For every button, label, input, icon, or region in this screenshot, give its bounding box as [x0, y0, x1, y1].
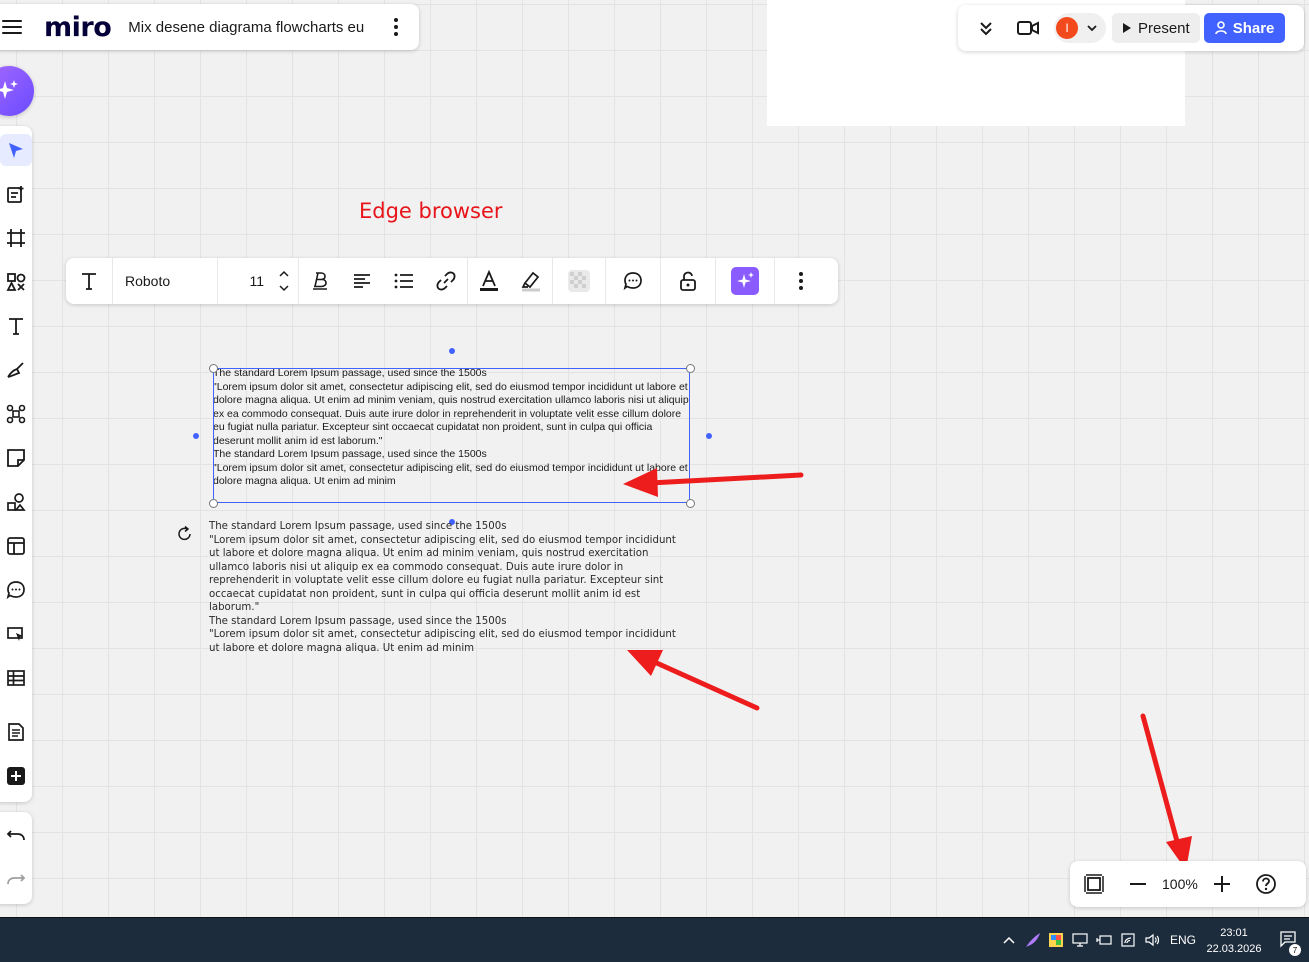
colorful-app-icon[interactable] — [1048, 932, 1064, 948]
share-button[interactable]: Share — [1203, 13, 1286, 43]
video-call-icon[interactable] — [1014, 14, 1042, 42]
collaborators-dropdown[interactable]: I — [1054, 13, 1106, 43]
interactive-icon[interactable] — [0, 618, 32, 650]
text-type-icon[interactable] — [66, 258, 112, 304]
link-icon[interactable] — [425, 258, 467, 304]
layout-icon[interactable] — [0, 530, 32, 562]
top-left-bar: miro Mix desene diagrama flowcharts eu — [0, 4, 419, 50]
language-indicator[interactable]: ENG — [1170, 933, 1196, 947]
present-label: Present — [1138, 19, 1190, 37]
connector-dot[interactable] — [449, 348, 455, 354]
add-icon[interactable] — [0, 760, 32, 792]
shapes-icon[interactable] — [0, 266, 32, 298]
text-color-icon[interactable] — [468, 258, 510, 304]
sparkle-icon — [0, 80, 18, 99]
connector-dot[interactable] — [706, 433, 712, 439]
select-icon[interactable] — [0, 134, 32, 166]
mindmap-icon[interactable] — [0, 398, 32, 430]
font-family-select[interactable]: Roboto — [113, 258, 217, 304]
menu-icon[interactable] — [2, 20, 22, 34]
chevron-up-icon[interactable] — [278, 270, 290, 278]
zoom-bar: 100% — [1070, 861, 1306, 907]
windows-taskbar: ENG 23:01 22.03.2026 7 — [0, 917, 1309, 962]
table-icon[interactable] — [0, 662, 32, 694]
doc-icon[interactable] — [0, 716, 32, 748]
comment-icon[interactable] — [0, 574, 32, 606]
help-icon[interactable] — [1252, 870, 1280, 898]
resize-handle[interactable] — [686, 499, 695, 508]
selection-box[interactable] — [213, 368, 690, 503]
chevron-down-icon[interactable] — [278, 284, 290, 292]
network-icon[interactable] — [1120, 932, 1136, 948]
fit-to-screen-icon[interactable] — [1080, 870, 1108, 898]
notification-badge: 7 — [1289, 944, 1301, 956]
resize-handle[interactable] — [209, 499, 218, 508]
tray-chevron-up-icon[interactable] — [1001, 932, 1017, 948]
text-context-toolbar: Roboto 11 — [66, 258, 838, 304]
present-button[interactable]: Present — [1112, 13, 1200, 43]
font-size-input[interactable]: 11 — [218, 258, 270, 304]
frame-icon[interactable] — [0, 222, 32, 254]
redo-icon[interactable] — [0, 864, 32, 896]
rotate-icon[interactable] — [176, 525, 194, 543]
resize-handle[interactable] — [686, 364, 695, 373]
board-title[interactable]: Mix desene diagrama flowcharts eu — [128, 19, 364, 36]
play-icon — [1123, 23, 1131, 33]
chevron-down-icon — [1087, 25, 1097, 32]
miro-logo[interactable]: miro — [44, 12, 112, 43]
text-block[interactable]: The standard Lorem Ipsum passage, used s… — [209, 520, 689, 655]
annotation-text[interactable]: Edge browser — [359, 199, 503, 223]
monitor-icon[interactable] — [1072, 932, 1088, 948]
zoom-out-icon[interactable] — [1124, 870, 1152, 898]
more-options-icon[interactable] — [775, 258, 827, 304]
bullet-list-icon[interactable] — [383, 258, 425, 304]
collapse-chevrons-icon[interactable] — [972, 14, 1000, 42]
clock-time: 23:01 — [1220, 927, 1248, 939]
left-toolbar — [0, 126, 32, 802]
sticky-note-icon[interactable] — [0, 442, 32, 474]
volume-icon[interactable] — [1144, 932, 1160, 948]
board-more-icon[interactable] — [394, 18, 398, 36]
bold-icon[interactable] — [299, 258, 341, 304]
clock-date: 22.03.2026 — [1206, 943, 1262, 955]
text-icon[interactable] — [0, 310, 32, 342]
share-label: Share — [1232, 19, 1275, 37]
fill-color-icon[interactable] — [553, 258, 605, 304]
highlight-icon[interactable] — [510, 258, 552, 304]
zoom-level[interactable]: 100% — [1162, 876, 1198, 892]
templates-icon[interactable] — [0, 178, 32, 210]
font-size-stepper[interactable] — [270, 258, 298, 304]
zoom-in-icon[interactable] — [1208, 870, 1236, 898]
history-panel — [0, 812, 32, 904]
align-left-icon[interactable] — [341, 258, 383, 304]
battery-plug-icon[interactable] — [1096, 932, 1112, 948]
pen-icon[interactable] — [0, 354, 32, 386]
top-right-bar: I Present Share — [958, 5, 1304, 51]
ai-sparkle-button[interactable] — [716, 258, 774, 304]
add-comment-icon[interactable] — [606, 258, 660, 304]
lock-icon[interactable] — [661, 258, 715, 304]
diagram-icon[interactable] — [0, 486, 32, 518]
connector-dot[interactable] — [193, 433, 199, 439]
user-icon — [1214, 21, 1227, 35]
avatar[interactable]: I — [1056, 17, 1078, 39]
clock[interactable]: 23:01 22.03.2026 — [1206, 925, 1262, 957]
feather-app-icon[interactable] — [1025, 932, 1041, 948]
resize-handle[interactable] — [209, 364, 218, 373]
undo-icon[interactable] — [0, 820, 32, 852]
